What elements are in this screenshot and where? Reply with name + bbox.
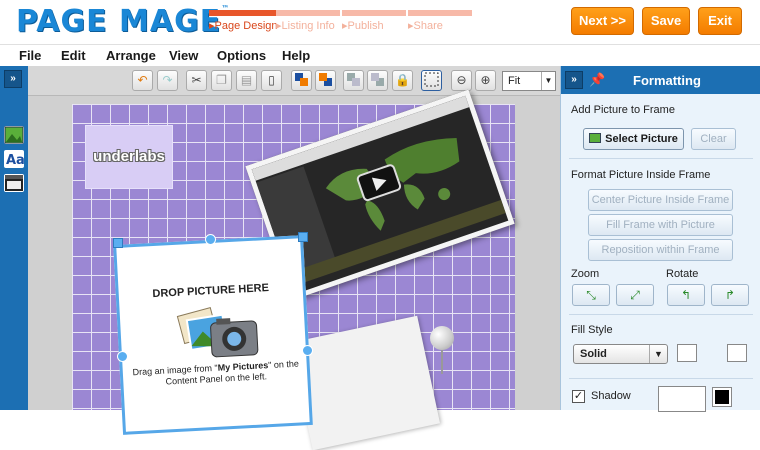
paste-icon[interactable]: ▤ — [236, 70, 257, 91]
text-icon[interactable]: Aa — [4, 150, 25, 168]
menu-options[interactable]: Options — [217, 48, 266, 63]
zoom-out-picture-icon[interactable]: ⤡ — [572, 284, 610, 306]
save-button[interactable]: Save — [642, 7, 690, 35]
resize-handle-right[interactable] — [302, 345, 313, 356]
push-pin-icon[interactable] — [430, 326, 454, 350]
select-icon[interactable] — [421, 70, 442, 91]
app-header: PAGE MAGE™ ▸Page Design ▸Listing Info ▸P… — [0, 0, 760, 44]
drop-picture-frame[interactable]: DROP PICTURE HERE Drag an image from "My… — [113, 235, 313, 435]
format-inside-heading: Format Picture Inside Frame — [571, 169, 711, 181]
shadow-color-swatch[interactable] — [712, 387, 732, 407]
copy-icon[interactable]: ❐ — [211, 70, 232, 91]
step-listing-info[interactable]: ▸Listing Info — [276, 10, 340, 34]
send-to-back-icon[interactable] — [367, 70, 388, 91]
app-logo: PAGE MAGE™ — [16, 4, 231, 39]
svg-text:Aa: Aa — [6, 153, 24, 168]
fill-color-swatch[interactable] — [677, 344, 697, 362]
reposition-button[interactable]: Reposition within Frame — [588, 239, 733, 261]
step-publish[interactable]: ▸Publish — [342, 10, 406, 34]
step-share[interactable]: ▸Share — [408, 10, 472, 34]
send-backward-icon[interactable] — [315, 70, 336, 91]
pictures-camera-icon — [176, 307, 259, 358]
bring-forward-icon[interactable] — [291, 70, 312, 91]
panel-title: Formatting — [633, 73, 701, 88]
shadow-label: Shadow — [591, 390, 631, 402]
fill-frame-button[interactable]: Fill Frame with Picture — [588, 214, 733, 236]
logo-frame[interactable]: underlabs — [85, 125, 173, 189]
zoom-out-icon[interactable]: ⊖ — [451, 70, 472, 91]
fill-color-swatch-2[interactable] — [727, 344, 747, 362]
resize-handle-top[interactable] — [205, 234, 216, 245]
drop-frame-hint: Drag an image from "My Pictures" on the … — [132, 358, 300, 387]
fill-style-select[interactable]: Solid ▼ — [573, 344, 668, 364]
rotate-label: Rotate — [666, 268, 699, 280]
formatting-panel-header: » 📌 Formatting — [561, 66, 760, 94]
left-rail: » Aa — [0, 66, 28, 410]
picture-icon — [589, 133, 602, 143]
video-icon[interactable] — [4, 174, 24, 192]
picture-icon[interactable] — [4, 126, 24, 144]
formatting-panel: » 📌 Formatting Add Picture to Frame Sele… — [560, 66, 760, 412]
shadow-checkbox[interactable]: ✓ — [572, 390, 585, 403]
chevron-down-icon: ▼ — [649, 345, 667, 363]
menu-help[interactable]: Help — [282, 48, 310, 63]
pin-icon[interactable]: 📌 — [589, 72, 605, 88]
corner-handle-top-right[interactable] — [298, 232, 308, 242]
menu-arrange[interactable]: Arrange — [106, 48, 156, 63]
corner-handle-top-left[interactable] — [113, 238, 123, 248]
redo-icon[interactable]: ↷ — [157, 70, 178, 91]
shadow-preview[interactable] — [658, 386, 706, 412]
resize-handle-left[interactable] — [117, 351, 128, 362]
cut-icon[interactable]: ✂ — [186, 70, 207, 91]
delete-icon[interactable]: ▯ — [261, 70, 282, 91]
collapse-panel-icon[interactable]: » — [565, 71, 583, 89]
clear-button[interactable]: Clear — [691, 128, 736, 150]
select-picture-button[interactable]: Select Picture — [583, 128, 684, 150]
lock-icon[interactable]: 🔒 — [392, 70, 413, 91]
bring-to-front-icon[interactable] — [343, 70, 364, 91]
zoom-select[interactable]: Fit ▼ — [502, 71, 556, 91]
fill-style-heading: Fill Style — [571, 324, 613, 336]
zoom-in-picture-icon[interactable]: ⤢ — [616, 284, 654, 306]
drop-frame-title: DROP PICTURE HERE — [152, 282, 270, 301]
rotate-left-icon[interactable]: ↰ — [667, 284, 705, 306]
zoom-in-icon[interactable]: ⊕ — [475, 70, 496, 91]
expand-left-panel-icon[interactable]: » — [4, 70, 22, 88]
menu-view[interactable]: View — [169, 48, 198, 63]
logo-frame-text: underlabs — [93, 148, 165, 165]
toolbar: ↶ ↷ ✂ ❐ ▤ ▯ 🔒 ⊖ ⊕ — [0, 66, 560, 96]
menu-file[interactable]: File — [19, 48, 41, 63]
undo-icon[interactable]: ↶ — [132, 70, 153, 91]
menu-bar: File Edit Arrange View Options Help — [0, 44, 760, 66]
exit-button[interactable]: Exit — [698, 7, 742, 35]
center-picture-button[interactable]: Center Picture Inside Frame — [588, 189, 733, 211]
add-picture-heading: Add Picture to Frame — [571, 104, 675, 116]
rotate-right-icon[interactable]: ↱ — [711, 284, 749, 306]
menu-edit[interactable]: Edit — [61, 48, 86, 63]
next-button[interactable]: Next >> — [571, 7, 634, 35]
chevron-down-icon: ▼ — [541, 72, 555, 90]
zoom-label: Zoom — [571, 268, 600, 280]
pin-needle — [441, 348, 443, 374]
